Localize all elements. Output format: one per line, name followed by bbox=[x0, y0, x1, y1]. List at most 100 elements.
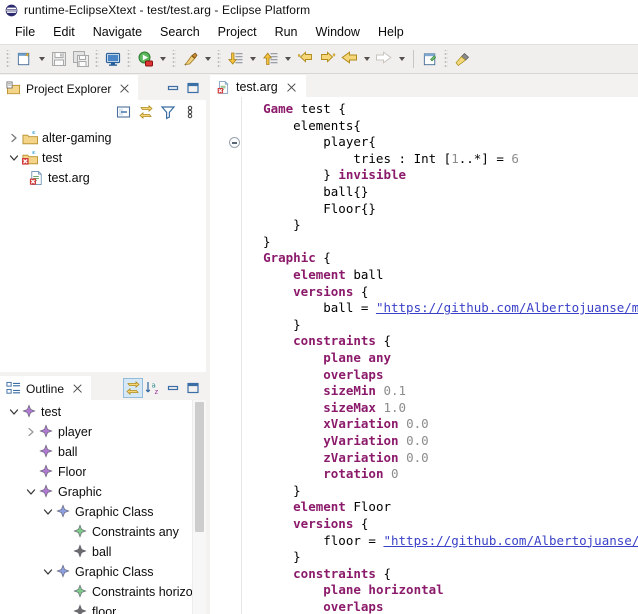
link-with-editor-button[interactable] bbox=[136, 102, 156, 122]
code-line: } bbox=[248, 217, 638, 234]
tree-item-test-arg[interactable]: test.arg bbox=[0, 168, 206, 188]
code-plain: } bbox=[248, 482, 301, 498]
code-plain: Floor{} bbox=[248, 200, 376, 216]
menu-help[interactable]: Help bbox=[369, 22, 413, 43]
chevron-right-icon[interactable] bbox=[6, 130, 22, 146]
chevron-down-icon[interactable] bbox=[23, 484, 39, 500]
previous-annotation-button[interactable] bbox=[259, 48, 281, 70]
toolbar-grip-5[interactable] bbox=[217, 50, 221, 68]
menu-navigate[interactable]: Navigate bbox=[84, 22, 151, 43]
next-annotation-button[interactable] bbox=[224, 48, 246, 70]
scrollbar-thumb[interactable] bbox=[195, 402, 204, 532]
tab-outline[interactable]: Outline bbox=[0, 375, 92, 400]
code-plain: { bbox=[315, 250, 331, 266]
new-wizard-button[interactable] bbox=[13, 48, 35, 70]
next-annotation-dropdown[interactable] bbox=[246, 48, 259, 70]
outline-item-player[interactable]: player bbox=[0, 422, 206, 442]
forward-dropdown[interactable] bbox=[395, 48, 408, 70]
editor-annotation-ruler[interactable] bbox=[210, 97, 227, 614]
outline-item-constraints-any[interactable]: Constraints any bbox=[0, 522, 206, 542]
minimize-button[interactable] bbox=[163, 378, 183, 398]
outline-item-graphic-class[interactable]: Graphic Class bbox=[0, 502, 206, 522]
outline-item-ball[interactable]: ball bbox=[0, 542, 206, 562]
close-icon[interactable] bbox=[285, 81, 298, 94]
toolbar-grip[interactable] bbox=[6, 50, 10, 68]
fold-collapse-icon[interactable] bbox=[229, 137, 240, 149]
external-tools-button[interactable] bbox=[179, 48, 201, 70]
code-plain: } bbox=[248, 549, 301, 565]
open-console-button[interactable] bbox=[102, 48, 124, 70]
chevron-down-icon[interactable] bbox=[6, 150, 22, 166]
editor-folding-ruler[interactable] bbox=[227, 97, 242, 614]
code-plain: { bbox=[353, 515, 369, 531]
forward-edit-button[interactable] bbox=[316, 48, 338, 70]
outline-item-graphic[interactable]: Graphic bbox=[0, 482, 206, 502]
outline-item-floor[interactable]: Floor bbox=[0, 462, 206, 482]
tab-test-arg[interactable]: test.arg bbox=[210, 75, 306, 98]
outline-vertical-scrollbar[interactable] bbox=[192, 400, 206, 614]
back-button[interactable] bbox=[338, 48, 360, 70]
collapse-all-button[interactable] bbox=[114, 102, 134, 122]
outline-view: Outline a z test player ball Floor Graph… bbox=[0, 375, 206, 614]
toolbar-grip-6[interactable] bbox=[444, 50, 448, 68]
forward-button[interactable] bbox=[373, 48, 395, 70]
last-edit-location-button[interactable] bbox=[294, 48, 316, 70]
outline-item-label: player bbox=[58, 425, 93, 439]
run-dropdown[interactable] bbox=[156, 48, 169, 70]
external-tools-dropdown[interactable] bbox=[201, 48, 214, 70]
save-button[interactable] bbox=[48, 48, 70, 70]
outline-item-graphic-class[interactable]: Graphic Class bbox=[0, 562, 206, 582]
clean-button[interactable] bbox=[451, 48, 473, 70]
back-dropdown[interactable] bbox=[360, 48, 373, 70]
arg-file-error-icon bbox=[216, 80, 231, 95]
close-icon[interactable] bbox=[118, 82, 131, 95]
chevron-down-icon[interactable] bbox=[40, 504, 56, 520]
tree-item-alter-gaming[interactable]: alter-gaming bbox=[0, 128, 206, 148]
toolbar-grip-4[interactable] bbox=[172, 50, 176, 68]
menu-file[interactable]: File bbox=[6, 22, 44, 43]
outline-item-floor[interactable]: floor bbox=[0, 602, 206, 614]
code-string: "https://github.com/Albertojuanse/miso_a… bbox=[383, 532, 638, 548]
sort-az-button[interactable]: a z bbox=[143, 378, 163, 398]
link-with-editor-button[interactable] bbox=[123, 377, 143, 398]
menu-edit[interactable]: Edit bbox=[44, 22, 84, 43]
save-all-button[interactable] bbox=[70, 48, 92, 70]
outline-node-icon bbox=[39, 444, 56, 460]
view-menu-button[interactable] bbox=[180, 102, 200, 122]
new-xtext-project-button[interactable] bbox=[419, 48, 441, 70]
code-line: overlaps bbox=[248, 599, 638, 614]
code-plain: } bbox=[248, 167, 339, 183]
chevron-down-icon[interactable] bbox=[40, 564, 56, 580]
menu-run[interactable]: Run bbox=[266, 22, 307, 43]
menu-project[interactable]: Project bbox=[209, 22, 266, 43]
menu-search[interactable]: Search bbox=[151, 22, 209, 43]
chevron-down-icon[interactable] bbox=[6, 404, 22, 420]
code-plain: } bbox=[248, 316, 301, 332]
tab-project-explorer[interactable]: Project Explorer bbox=[0, 75, 139, 100]
maximize-button[interactable] bbox=[183, 78, 203, 98]
code-text[interactable]: Game test { elements{ player{ tries : In… bbox=[242, 97, 638, 614]
code-line: rotation 0 bbox=[248, 466, 638, 483]
code-number: 0.0 bbox=[406, 416, 429, 432]
code-keyword: sizeMax bbox=[323, 399, 376, 415]
code-line: versions { bbox=[248, 516, 638, 533]
chevron-right-icon[interactable] bbox=[23, 424, 39, 440]
tree-item-test[interactable]: test bbox=[0, 148, 206, 168]
new-wizard-dropdown[interactable] bbox=[35, 48, 48, 70]
outline-item-constraints-horizontal[interactable]: Constraints horizontal bbox=[0, 582, 206, 602]
outline-item-ball[interactable]: ball bbox=[0, 442, 206, 462]
toolbar-grip-2[interactable] bbox=[95, 50, 99, 68]
outline-item-test[interactable]: test bbox=[0, 402, 206, 422]
outline-node-icon bbox=[22, 404, 39, 420]
outline-item-label: floor bbox=[92, 605, 117, 614]
close-icon[interactable] bbox=[71, 382, 84, 395]
toolbar-grip-3[interactable] bbox=[127, 50, 131, 68]
previous-annotation-dropdown[interactable] bbox=[281, 48, 294, 70]
outline-item-label: Graphic Class bbox=[75, 505, 154, 519]
run-button[interactable] bbox=[134, 48, 156, 70]
maximize-button[interactable] bbox=[183, 378, 203, 398]
filter-button[interactable] bbox=[158, 102, 178, 122]
menu-window[interactable]: Window bbox=[307, 22, 369, 43]
outline-node-icon bbox=[56, 564, 73, 580]
minimize-button[interactable] bbox=[163, 78, 183, 98]
